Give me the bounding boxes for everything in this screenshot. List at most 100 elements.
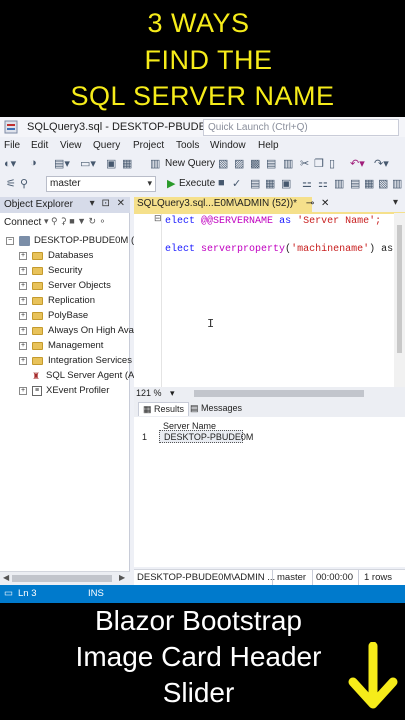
change-connection-icon[interactable]: ⚲ [20, 177, 28, 190]
tree-item-sql-agent[interactable]: ♜ SQL Server Agent (A [32, 368, 134, 383]
zoom-chevron-icon[interactable]: ▾ [170, 388, 175, 399]
query-designer-icon[interactable]: ▦ [265, 177, 275, 190]
expand-icon[interactable]: + [19, 356, 27, 365]
tree-item-polybase[interactable]: + PolyBase [19, 308, 88, 323]
menu-file[interactable]: File [4, 140, 20, 151]
menu-project[interactable]: Project [133, 140, 164, 151]
collapse-icon[interactable]: − [6, 236, 14, 245]
new-query-button[interactable]: New Query [165, 158, 215, 169]
tree-item-label: Server Objects [48, 280, 111, 291]
menu-tools[interactable]: Tools [176, 140, 199, 151]
cut-icon[interactable]: ✂ [300, 157, 309, 170]
parse-icon[interactable]: ✓ [232, 177, 241, 190]
expand-icon[interactable]: + [19, 251, 27, 260]
tree-item-xevent-profiler[interactable]: + ≡ XEvent Profiler [19, 383, 109, 398]
quick-launch-input[interactable]: Quick Launch (Ctrl+Q) [203, 119, 399, 136]
tab-results[interactable]: ▦ Results [138, 402, 190, 416]
results-to-grid-icon[interactable]: ▦ [364, 177, 374, 190]
caption-line-1: 3 WAYS [147, 8, 250, 38]
xmla-query-icon[interactable]: ▤ [266, 157, 276, 170]
menu-edit[interactable]: Edit [31, 140, 48, 151]
scroll-thumb[interactable] [12, 575, 112, 582]
cancel-query-icon[interactable]: ■ [218, 177, 225, 189]
available-databases-select[interactable]: master ▾ [46, 176, 156, 192]
live-stats-icon[interactable]: ⚏ [318, 177, 328, 190]
back-icon[interactable]: ◐▾ [4, 157, 16, 170]
menu-query[interactable]: Query [93, 140, 120, 151]
object-explorer-hscrollbar[interactable]: ◀ ▶ [0, 571, 130, 585]
save-icon[interactable]: ▣ [106, 157, 116, 170]
collapse-icon[interactable]: ⊟ [154, 214, 162, 224]
paste-icon[interactable]: ▯ [329, 157, 335, 170]
server-icon [19, 235, 30, 246]
copy-icon[interactable]: ❐ [314, 157, 324, 170]
caption-line-3: SQL SERVER NAME [70, 81, 335, 111]
scroll-left-icon[interactable]: ◀ [3, 573, 9, 582]
execute-play-icon[interactable]: ▶ [167, 177, 175, 190]
close-icon[interactable]: ✕ [321, 198, 329, 209]
expand-icon[interactable]: + [19, 266, 27, 275]
tree-item-server-objects[interactable]: + Server Objects [19, 278, 111, 293]
tree-item-management[interactable]: + Management [19, 338, 103, 353]
divider [272, 570, 273, 586]
tab-overflow-chevron-icon[interactable]: ▾ [393, 197, 398, 208]
divider [312, 570, 313, 586]
editor-hscroll-thumb[interactable] [194, 390, 364, 397]
expand-icon[interactable]: + [19, 296, 27, 305]
expand-icon[interactable]: + [19, 341, 27, 350]
pin-icon[interactable]: ⊸ [306, 198, 314, 209]
display-plan-icon[interactable]: ▤ [250, 177, 260, 190]
menu-view[interactable]: View [60, 140, 82, 151]
query-editor[interactable]: ⊟ elect @@SERVERNAME as 'Server Name'; e… [134, 212, 405, 390]
object-explorer-panel: Object Explorer ▾ ⊡ ✕ Connect ▾ ⚲ ⚳ ■ ▼ … [0, 197, 140, 585]
code-line-2: elect serverproperty('machinename') as [165, 244, 393, 255]
include-plan-icon[interactable]: ⚍ [302, 177, 312, 190]
scroll-thumb[interactable] [397, 225, 402, 353]
database-query-icon[interactable]: ▨ [234, 157, 244, 170]
status-icon: ▭ [4, 588, 13, 599]
tree-item-label: Security [48, 265, 83, 276]
tree-root-server[interactable]: − DESKTOP-PBUDE0M (S [6, 233, 140, 248]
tab-sqlquery3[interactable]: SQLQuery3.sql...E0M\ADMIN (52))* ⊸ ✕ [134, 197, 329, 212]
panel-controls[interactable]: ▾ ⊡ ✕ [90, 198, 127, 209]
undo-icon[interactable]: ↶▾ [350, 157, 365, 170]
menu-help[interactable]: Help [258, 140, 279, 151]
intellisense-icon[interactable]: ▣ [281, 177, 291, 190]
client-stats-icon[interactable]: ▥ [334, 177, 344, 190]
chevron-down-icon: ▾ [147, 178, 152, 188]
tree-item-replication[interactable]: + Replication [19, 293, 95, 308]
tab-messages[interactable]: ▤ Messages [186, 402, 246, 416]
tree-item-always-on[interactable]: + Always On High Ava [19, 323, 134, 338]
new-project-icon[interactable]: ▤▾ [54, 157, 70, 170]
result-cell[interactable]: DESKTOP-PBUDE0M [159, 430, 253, 443]
expand-icon[interactable]: + [19, 386, 27, 395]
results-to-text-icon[interactable]: ▤ [350, 177, 360, 190]
tree-item-security[interactable]: + Security [19, 263, 82, 278]
oe-toolbar-icons[interactable]: ▾ ⚲ ⚳ ■ ▼ ↻ ⚬ [44, 216, 106, 227]
forward-icon[interactable]: ◑ [30, 157, 37, 169]
new-query-icon[interactable]: ▥ [150, 157, 160, 170]
tree-item-integration-services[interactable]: + Integration Services [19, 353, 132, 368]
scroll-right-icon[interactable]: ▶ [119, 573, 125, 582]
tab-messages-label: Messages [201, 403, 243, 413]
save-all-icon[interactable]: ▦ [122, 157, 132, 170]
expand-icon[interactable]: + [19, 281, 27, 290]
redo-icon[interactable]: ↷▾ [374, 157, 389, 170]
tree-item-label: PolyBase [48, 310, 89, 321]
editor-vscrollbar[interactable] [394, 213, 405, 388]
expand-icon[interactable]: + [19, 326, 27, 335]
query-options-icon[interactable]: ▧ [218, 157, 228, 170]
results-to-file-icon[interactable]: ▧ [378, 177, 388, 190]
execute-button[interactable]: Execute [179, 178, 215, 189]
analysis-query-icon[interactable]: ▩ [250, 157, 260, 170]
expand-icon[interactable]: + [19, 311, 27, 320]
tree-item-databases[interactable]: + Databases [19, 248, 93, 263]
zoom-level[interactable]: 121 % [136, 388, 162, 398]
comment-icon[interactable]: ▥ [392, 177, 402, 190]
connect-dropdown[interactable]: Connect [4, 217, 41, 228]
connect-icon[interactable]: ⚟ [6, 177, 16, 190]
open-file-icon[interactable]: ▭▾ [80, 157, 96, 170]
bottom-caption: Blazor Bootstrap Image Card Header Slide… [0, 603, 405, 720]
dax-query-icon[interactable]: ▥ [283, 157, 293, 170]
menu-window[interactable]: Window [210, 140, 246, 151]
